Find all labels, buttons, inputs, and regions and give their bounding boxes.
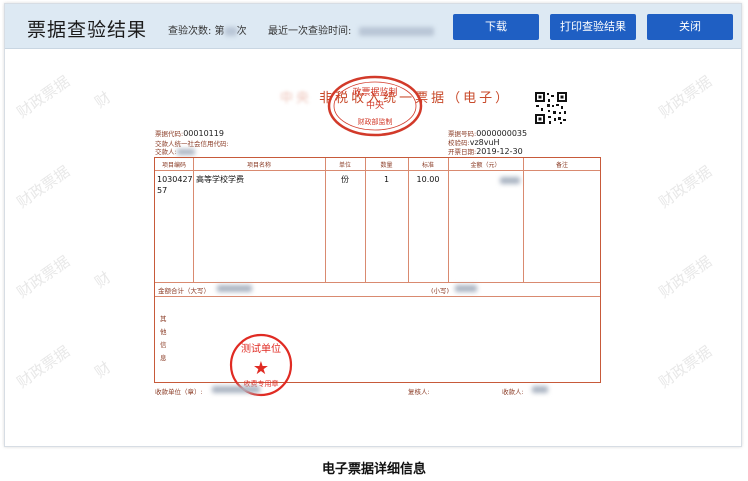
total-lowercase-label: (小写) [431,287,450,295]
column-header: 数量 [380,162,393,169]
item-amount-blurred [500,177,520,184]
seal-top-text: 政票据监制 [352,86,397,98]
column-header: 单位 [338,162,351,169]
stamp-top-text: 测试单位 [241,342,281,355]
watermark: 财政票据 [655,72,716,122]
qr-code-icon [534,91,568,125]
item-name: 高等学校学费 [196,175,244,184]
supervision-seal-icon: 政票据监制 中央 财政部监制 [327,75,423,137]
total-uppercase-blurred [217,285,252,292]
close-button[interactable]: 关闭 [647,14,733,40]
other-info-label-4: 息 [160,354,167,362]
figure-caption: 电子票据详细信息 [321,462,426,477]
watermark: 财政票据 [13,72,74,122]
collector-label: 收款人: [502,388,524,396]
top-bar: 票据查验结果 查验次数: 第次 最近一次查验时间: 下载 打印查验结果 关闭 [5,4,741,49]
watermark: 财 [91,358,115,382]
e-invoice: 中央 非税收入统一票据（电子） 政票据监制 中央 财政部监制 票据代码:0001… [150,74,605,414]
last-check-time-value-blurred [358,26,434,36]
total-uppercase-label: 金额合计（大写） [158,287,210,295]
watermark: 财政票据 [655,342,716,392]
watermark: 财政票据 [13,162,74,212]
total-lowercase-blurred [455,285,477,292]
divider [193,158,194,282]
item-unit: 份 [341,175,349,184]
result-panel: 票据查验结果 查验次数: 第次 最近一次查验时间: 下载 打印查验结果 关闭 财… [4,3,742,447]
item-standard: 10.00 [416,175,440,184]
divider [155,282,600,283]
last-check-time: 最近一次查验时间: [268,22,434,37]
divider [155,170,600,171]
other-info-label-2: 他 [160,328,167,336]
other-info-label-3: 信 [160,341,167,349]
payer-name-blurred [176,149,195,155]
collector-blurred [532,386,548,393]
column-header: 项目名称 [246,162,271,169]
column-header: 项目编码 [161,162,186,169]
column-header: 标准 [421,162,434,169]
watermark: 财政票据 [13,252,74,302]
download-button[interactable]: 下载 [453,14,539,40]
watermark: 财政票据 [655,162,716,212]
seal-center-text: 中央 [366,99,384,111]
divider [155,296,600,297]
issue-date: 开票日期:2019-12-30 [448,147,523,156]
seal-bottom-text: 财政部监制 [358,117,393,126]
watermark: 财 [91,88,115,112]
receiving-unit-label: 收款单位（章）: [155,388,203,396]
invoice-code: 票据代码:00010119 [155,129,224,138]
column-header: 备注 [555,162,568,169]
check-count-value-blurred [224,26,237,36]
invoice-title-prefix-blurred: 中央 [280,91,313,106]
divider [448,158,449,282]
divider [523,158,524,282]
other-info-label-1: 其 [160,315,167,323]
item-quantity: 1 [383,175,390,184]
stamp-star: ★ [253,358,269,379]
reviewer-label: 复核人: [408,388,430,396]
column-header: 金额（元） [470,162,501,169]
receiving-unit-blurred [212,386,260,393]
watermark: 财 [91,268,115,292]
watermark: 财政票据 [655,252,716,302]
watermark: 财政票据 [13,342,74,392]
check-count: 查验次数: 第次 [168,26,247,37]
invoice-table: 项目编码 项目名称 单位 数量 标准 金额（元） 备注 103042757 高等… [154,157,601,383]
payer-name: 交款人: [155,146,195,156]
item-code: 103042757 [157,175,193,195]
print-result-button[interactable]: 打印查验结果 [550,14,636,40]
page-title: 票据查验结果 [27,19,148,41]
